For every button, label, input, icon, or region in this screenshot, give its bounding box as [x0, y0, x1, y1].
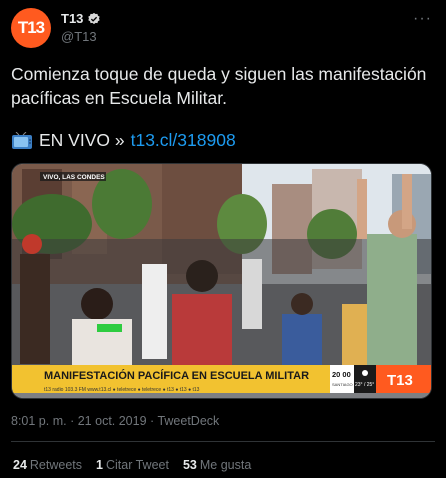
protest-scene-image: VIVO, LAS CONDES MANIFESTACIÓN PACÍFICA …	[12, 164, 431, 398]
likes-stat[interactable]: 53 Me gusta	[183, 458, 251, 472]
retweets-stat[interactable]: 24 Retweets	[13, 458, 82, 472]
channel-logo: T13	[387, 372, 413, 389]
live-location-overlay: VIVO, LAS CONDES	[43, 174, 105, 181]
more-horizontal-icon[interactable]: ···	[413, 10, 432, 28]
avatar-logo-text: T13	[17, 18, 45, 37]
verified-badge-icon	[88, 12, 101, 24]
tweet-text: Comienza toque de queda y siguen las man…	[11, 64, 427, 108]
meta-separator: ·	[70, 414, 75, 428]
quotes-count: 1	[96, 458, 103, 472]
retweets-count: 24	[13, 458, 27, 472]
sun-icon	[362, 370, 368, 376]
tweet-source[interactable]: TweetDeck	[157, 414, 219, 428]
divider	[11, 441, 435, 442]
avatar[interactable]: T13	[11, 8, 51, 48]
banner-headline: MANIFESTACIÓN PACÍFICA EN ESCUELA MILITA…	[44, 369, 309, 382]
likes-label: Me gusta	[199, 458, 252, 472]
meta-separator-2: ·	[150, 414, 155, 428]
retweets-label: Retweets	[29, 458, 83, 472]
tweet-date[interactable]: 21 oct. 2019	[78, 414, 147, 428]
quotes-label: Citar Tweet	[105, 458, 169, 472]
display-name[interactable]: T13	[61, 11, 83, 26]
quotes-stat[interactable]: 1 Citar Tweet	[96, 458, 169, 472]
author-handle[interactable]: @T13	[61, 29, 97, 44]
tweet-stats: 24 Retweets 1 Citar Tweet 53 Me gusta	[13, 458, 265, 472]
tweet-header: T13 T13 @T13 ···	[0, 0, 446, 56]
banner-time: 20 00	[332, 370, 351, 379]
tweet-link[interactable]: t13.cl/318908	[131, 130, 236, 151]
banner-temperature: 23° / 25°	[355, 382, 374, 388]
banner-ticker: t13 radio 103.3 FM www.t13.cl ● teletrec…	[44, 387, 200, 393]
likes-count: 53	[182, 458, 197, 472]
tweet-time[interactable]: 8:01 p. m.	[11, 414, 67, 428]
tweet-meta: 8:01 p. m. · 21 oct. 2019 · TweetDeck	[11, 414, 219, 428]
television-icon	[12, 131, 32, 149]
live-prefix: EN VIVO »	[39, 130, 125, 150]
banner-location: SANTIAGO	[332, 382, 353, 387]
author-name-row[interactable]: T13	[61, 11, 101, 26]
live-line: EN VIVO » t13.cl/318908	[11, 130, 236, 151]
tweet-media-image[interactable]: VIVO, LAS CONDES MANIFESTACIÓN PACÍFICA …	[11, 163, 432, 399]
